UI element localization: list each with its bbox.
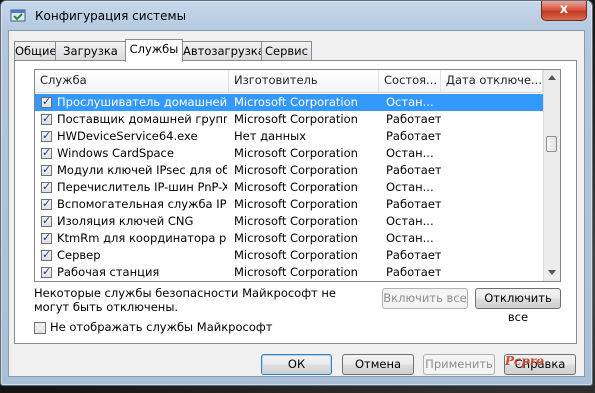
- table-row[interactable]: Поставщик домашней группы Microsoft Corp…: [35, 111, 543, 128]
- service-name: Модули ключей IPsec для обм...: [57, 163, 227, 177]
- tab-tools[interactable]: Сервис: [261, 41, 312, 61]
- table-row[interactable]: Рабочая станция Microsoft Corporation Ра…: [35, 264, 543, 281]
- service-checkbox[interactable]: [41, 112, 52, 125]
- service-manufacturer: Microsoft Corporation: [234, 163, 358, 177]
- service-checkbox[interactable]: [41, 214, 52, 227]
- service-manufacturer: Microsoft Corporation: [234, 248, 358, 262]
- service-manufacturer: Microsoft Corporation: [234, 214, 358, 228]
- service-name: Перечислитель IP-шин PnP-X: [57, 180, 227, 194]
- service-checkbox[interactable]: [41, 129, 52, 142]
- tab-services[interactable]: Службы: [125, 39, 183, 62]
- service-status: Остан...: [386, 95, 434, 109]
- service-name: Вспомогательная служба IP: [57, 197, 227, 211]
- service-status: Остан...: [386, 231, 434, 245]
- service-name: Windows CardSpace: [57, 146, 174, 160]
- services-list[interactable]: Служба Изготовитель Состоя... Дата отклю…: [34, 69, 561, 282]
- column-header-manufacturer[interactable]: Изготовитель: [229, 70, 379, 92]
- list-header: Служба Изготовитель Состоя... Дата отклю…: [35, 70, 559, 93]
- table-row[interactable]: HWDeviceService64.exe Нет данных Работае…: [35, 128, 543, 145]
- service-name: Изоляция ключей CNG: [57, 214, 194, 228]
- service-status: Работает: [386, 265, 441, 279]
- ok-button[interactable]: ОК: [261, 354, 332, 375]
- tab-boot[interactable]: Загрузка: [55, 41, 126, 61]
- cancel-button[interactable]: Отмена: [342, 354, 414, 375]
- disable-all-button[interactable]: Отключить все: [475, 288, 561, 324]
- service-status: Работает: [386, 163, 441, 177]
- service-checkbox[interactable]: [41, 248, 52, 261]
- table-row[interactable]: Изоляция ключей CNG Microsoft Corporatio…: [35, 213, 543, 230]
- service-name: Прослушиватель домашней гр...: [57, 95, 227, 109]
- hide-microsoft-services-label[interactable]: Не отображать службы Майкрософт: [50, 320, 272, 334]
- service-checkbox[interactable]: [41, 95, 52, 108]
- service-checkbox[interactable]: [41, 146, 52, 159]
- table-row[interactable]: Windows CardSpace Microsoft Corporation …: [35, 145, 543, 162]
- scroll-thumb[interactable]: [546, 136, 557, 152]
- service-name: Поставщик домашней группы: [57, 112, 227, 126]
- service-status: Остан...: [386, 214, 434, 228]
- service-status: Работает: [386, 129, 441, 143]
- service-manufacturer: Microsoft Corporation: [234, 231, 358, 245]
- service-manufacturer: Microsoft Corporation: [234, 95, 358, 109]
- table-row[interactable]: Вспомогательная служба IP Microsoft Corp…: [35, 196, 543, 213]
- column-header-status[interactable]: Состоя...: [379, 70, 441, 92]
- window-title: Конфигурация системы: [35, 9, 187, 23]
- table-row[interactable]: Перечислитель IP-шин PnP-X Microsoft Cor…: [35, 179, 543, 196]
- table-row[interactable]: Прослушиватель домашней гр... Microsoft …: [35, 94, 543, 111]
- service-status: Остан...: [386, 146, 434, 160]
- service-manufacturer: Нет данных: [234, 129, 306, 143]
- scroll-up-arrow-icon[interactable]: [548, 75, 556, 80]
- table-row[interactable]: KtmRm для координатора рас... Microsoft …: [35, 230, 543, 247]
- service-status: Работает: [386, 248, 441, 262]
- service-checkbox[interactable]: [41, 180, 52, 193]
- service-checkbox[interactable]: [41, 197, 52, 210]
- close-icon: x: [559, 2, 569, 17]
- vertical-scrollbar[interactable]: [543, 70, 560, 281]
- service-manufacturer: Microsoft Corporation: [234, 197, 358, 211]
- enable-all-button[interactable]: Включить все: [382, 288, 468, 309]
- service-name: HWDeviceService64.exe: [57, 129, 198, 143]
- column-header-service[interactable]: Служба: [35, 70, 229, 92]
- service-checkbox[interactable]: [41, 231, 52, 244]
- security-services-note: Некоторые службы безопасности Майкрософт…: [34, 286, 336, 314]
- msconfig-icon: [10, 9, 26, 22]
- title-bar[interactable]: Конфигурация системы x: [1, 1, 592, 31]
- apply-button[interactable]: Применить: [423, 354, 495, 375]
- service-manufacturer: Microsoft Corporation: [234, 146, 358, 160]
- hide-microsoft-services-checkbox[interactable]: [34, 322, 46, 334]
- service-manufacturer: Microsoft Corporation: [234, 265, 358, 279]
- watermark-logo: Pcpro: [505, 354, 545, 368]
- service-manufacturer: Microsoft Corporation: [234, 112, 358, 126]
- service-checkbox[interactable]: [41, 265, 52, 278]
- column-header-disabled-date[interactable]: Дата отключе...: [441, 70, 543, 92]
- close-button[interactable]: x: [541, 1, 587, 21]
- service-manufacturer: Microsoft Corporation: [234, 180, 358, 194]
- table-row[interactable]: Модули ключей IPsec для обм... Microsoft…: [35, 162, 543, 179]
- service-status: Остан...: [386, 180, 434, 194]
- service-name: Сервер: [57, 248, 101, 262]
- service-status: Работает: [386, 197, 441, 211]
- service-name: KtmRm для координатора рас...: [57, 231, 227, 245]
- service-status: Работает: [386, 112, 441, 126]
- service-name: Рабочая станция: [57, 265, 160, 279]
- tab-startup[interactable]: Автозагрузка: [182, 41, 265, 61]
- tab-general[interactable]: Общие: [14, 41, 57, 61]
- service-checkbox[interactable]: [41, 163, 52, 176]
- table-row[interactable]: Сервер Microsoft Corporation Работает: [35, 247, 543, 264]
- scroll-down-arrow-icon[interactable]: [548, 270, 556, 275]
